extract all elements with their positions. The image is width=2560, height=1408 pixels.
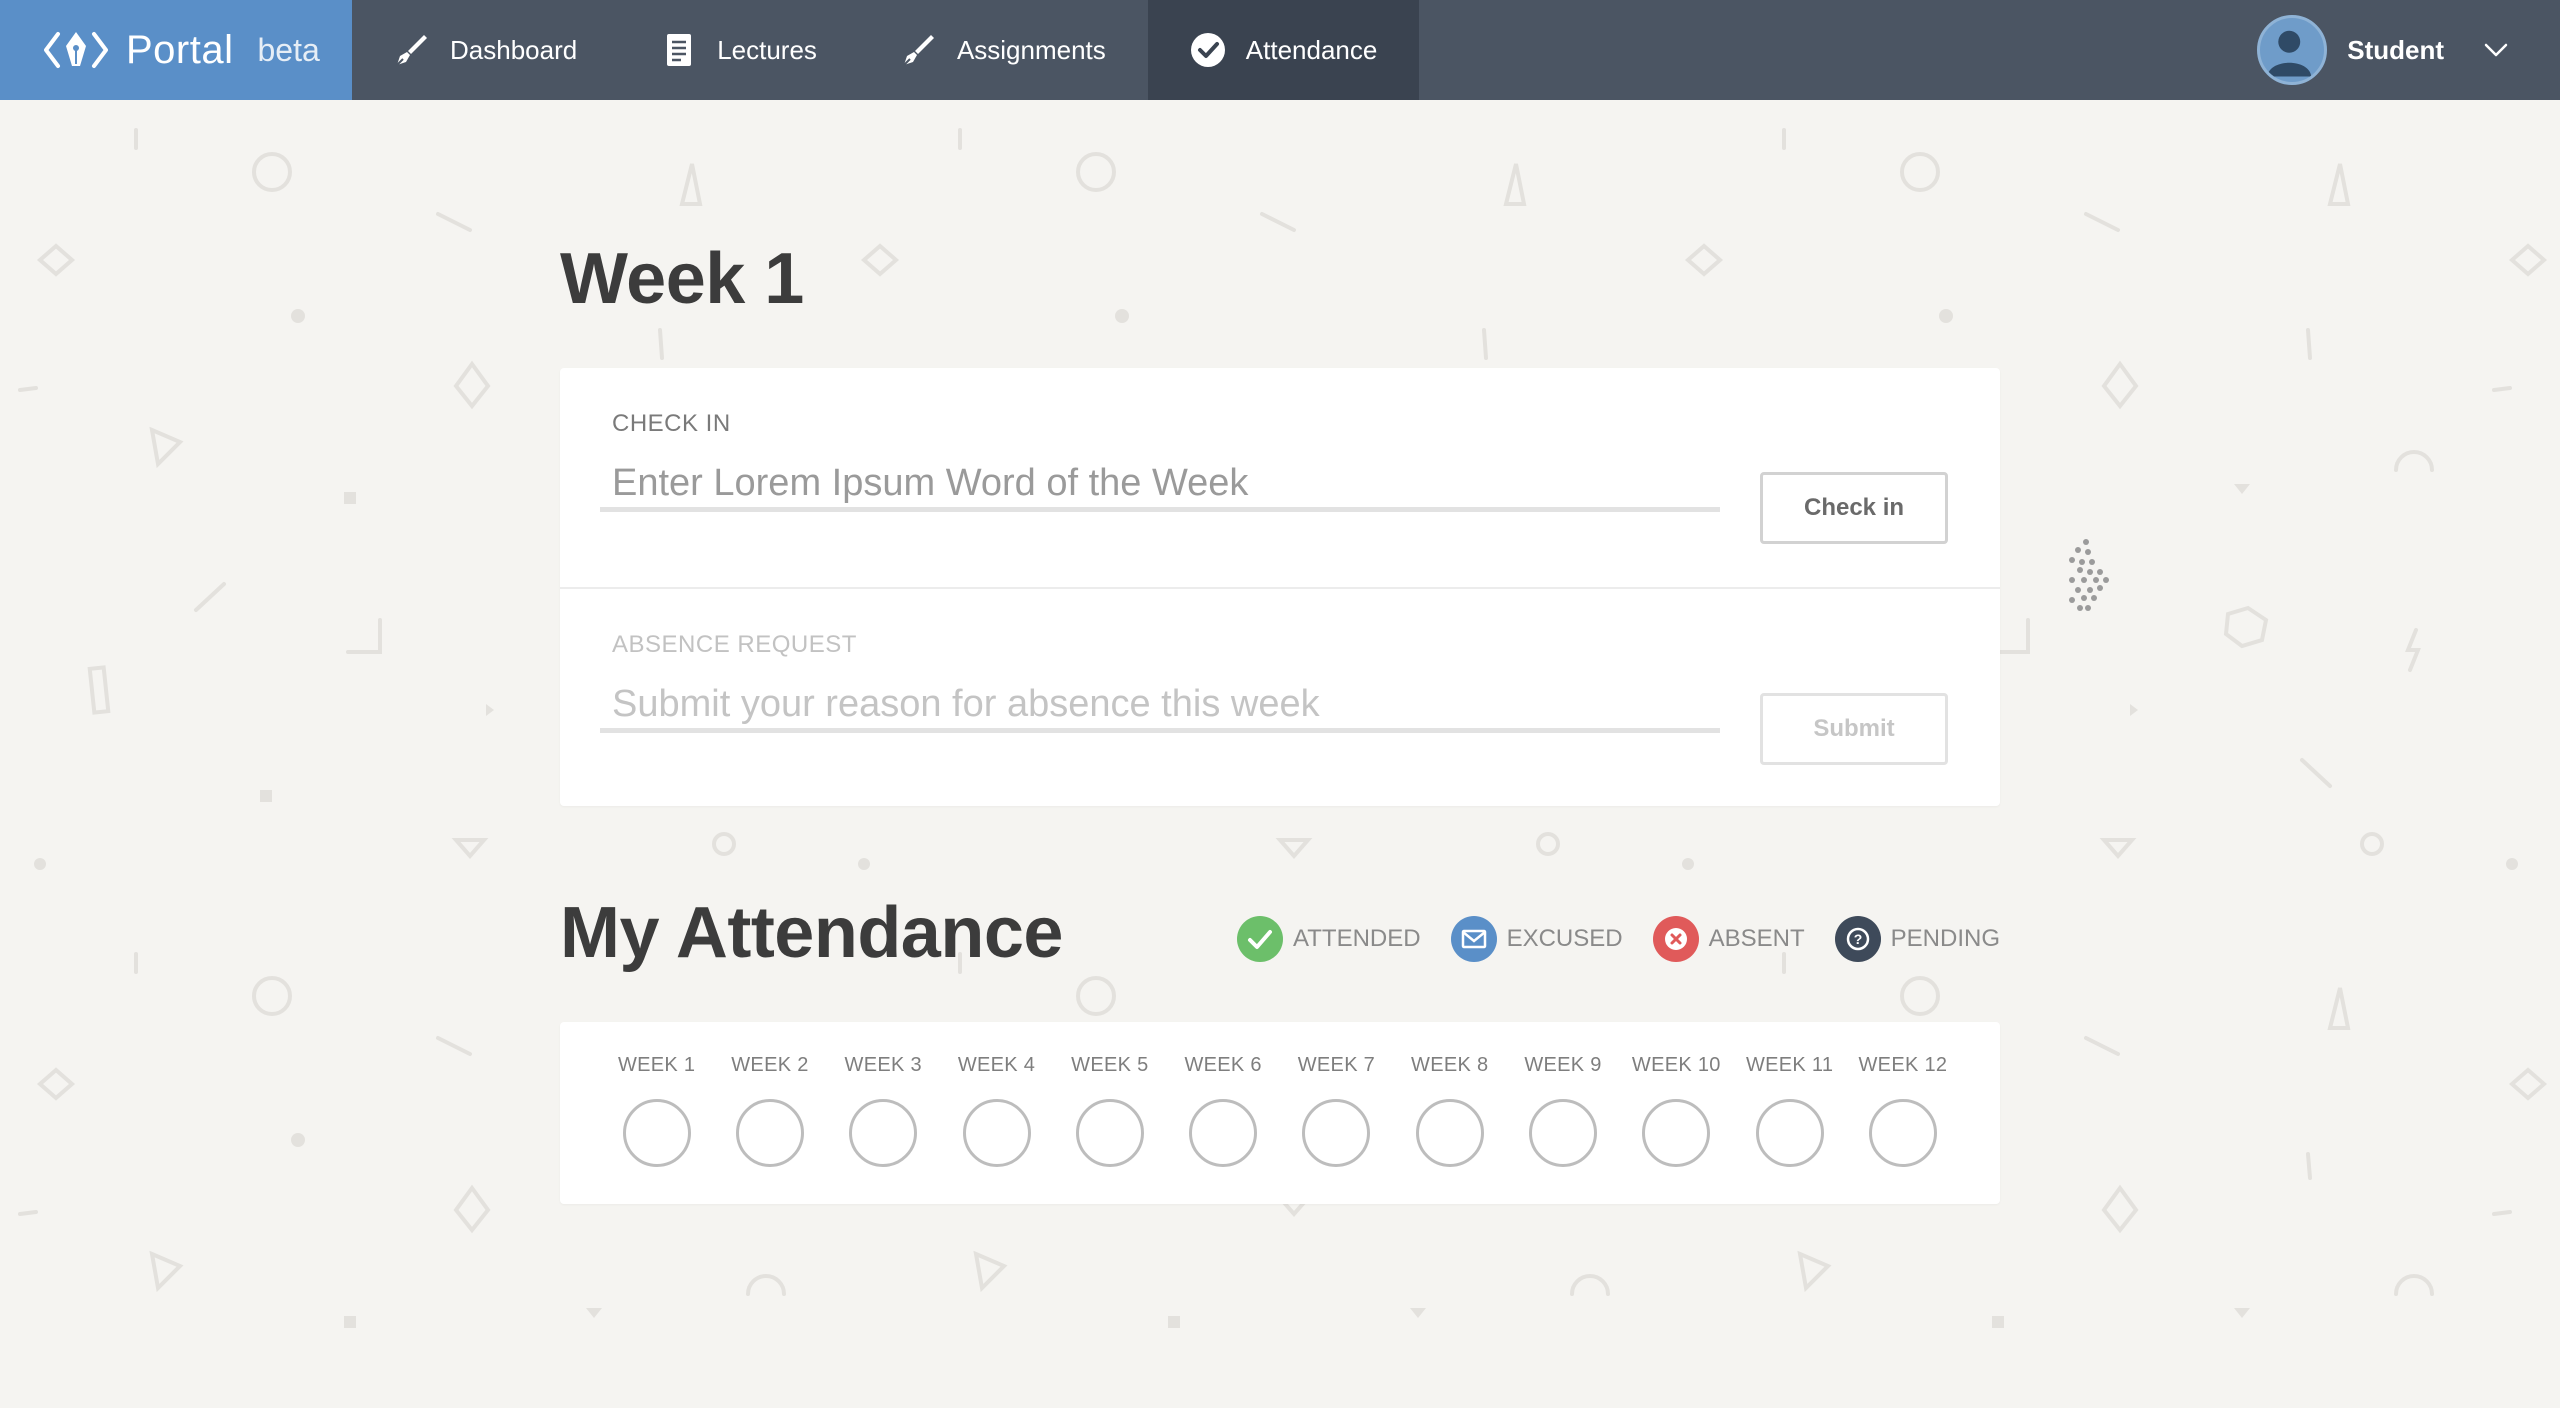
chevron-down-icon bbox=[2484, 43, 2508, 57]
nav-item-lectures[interactable]: Lectures bbox=[619, 0, 859, 100]
week-item: WEEK 5 bbox=[1053, 1022, 1166, 1167]
week-status-circle[interactable] bbox=[1529, 1099, 1598, 1167]
week-label: WEEK 2 bbox=[731, 1054, 809, 1076]
attendance-title: My Attendance bbox=[560, 893, 1063, 973]
week-status-circle[interactable] bbox=[1302, 1099, 1371, 1167]
legend-label: PENDING bbox=[1890, 925, 2000, 952]
check-circle-icon bbox=[1190, 33, 1225, 67]
week-item: WEEK 2 bbox=[713, 1022, 826, 1167]
week-label: WEEK 3 bbox=[844, 1054, 922, 1076]
absence-reason-input[interactable] bbox=[600, 681, 1720, 733]
week-status-circle[interactable] bbox=[735, 1099, 804, 1167]
top-navigation-bar: Portal beta Dashboard Lectures Assignmen… bbox=[0, 0, 2560, 100]
user-name: Student bbox=[2347, 34, 2444, 65]
nav-item-attendance[interactable]: Attendance bbox=[1147, 0, 1420, 100]
loading-spinner-icon bbox=[2069, 539, 2109, 611]
main-nav: Dashboard Lectures Assignments Attendanc… bbox=[352, 0, 1420, 100]
code-pen-logo-icon bbox=[44, 32, 108, 68]
week-status-circle[interactable] bbox=[1755, 1099, 1824, 1167]
legend-label: EXCUSED bbox=[1506, 925, 1623, 952]
nav-item-label: Assignments bbox=[956, 34, 1106, 65]
nav-item-label: Dashboard bbox=[450, 34, 578, 65]
week-label: WEEK 1 bbox=[617, 1054, 696, 1076]
attendance-weeks-card: WEEK 1 WEEK 2 WEEK 3 WEEK 4 WEEK 5 WEEK … bbox=[560, 1022, 2000, 1204]
week-title: Week 1 bbox=[560, 239, 804, 319]
week-label: WEEK 7 bbox=[1297, 1054, 1376, 1076]
pen-nib-icon bbox=[396, 35, 427, 66]
week-item: WEEK 6 bbox=[1166, 1022, 1279, 1167]
week-label: WEEK 8 bbox=[1411, 1054, 1489, 1076]
brand-beta-badge: beta bbox=[257, 31, 320, 68]
envelope-icon bbox=[1450, 916, 1497, 962]
week-item: WEEK 4 bbox=[940, 1022, 1053, 1167]
legend-attended: ATTENDED bbox=[1237, 916, 1421, 962]
document-icon bbox=[667, 34, 692, 66]
week-label: WEEK 4 bbox=[957, 1054, 1036, 1076]
nav-item-label: Attendance bbox=[1245, 34, 1378, 65]
week-status-circle[interactable] bbox=[1642, 1099, 1711, 1167]
week-label: WEEK 10 bbox=[1631, 1054, 1721, 1076]
week-status-circle[interactable] bbox=[1189, 1099, 1258, 1167]
week-item: WEEK 11 bbox=[1733, 1022, 1846, 1167]
week-item: WEEK 9 bbox=[1506, 1022, 1619, 1167]
user-avatar-icon bbox=[2257, 15, 2328, 85]
legend-excused: EXCUSED bbox=[1450, 916, 1623, 962]
week-item: WEEK 12 bbox=[1846, 1022, 1959, 1167]
brand-name: Portal bbox=[126, 27, 234, 72]
check-icon bbox=[1237, 916, 1284, 962]
user-menu[interactable]: Student bbox=[2257, 0, 2560, 100]
week-item: WEEK 8 bbox=[1393, 1022, 1506, 1167]
question-icon: ? bbox=[1834, 916, 1881, 962]
week-status-circle[interactable] bbox=[1415, 1099, 1484, 1167]
brand-home-link[interactable]: Portal beta bbox=[0, 0, 352, 100]
week-label: WEEK 12 bbox=[1858, 1054, 1948, 1076]
legend-label: ABSENT bbox=[1708, 925, 1805, 952]
legend-label: ATTENDED bbox=[1293, 925, 1421, 952]
week-status-circle[interactable] bbox=[1075, 1099, 1144, 1167]
pen-nib-icon bbox=[903, 35, 934, 66]
week-item: WEEK 10 bbox=[1620, 1022, 1733, 1167]
absence-request-label: ABSENCE REQUEST bbox=[612, 631, 857, 658]
nav-item-assignments[interactable]: Assignments bbox=[859, 0, 1148, 100]
week-label: WEEK 9 bbox=[1524, 1054, 1602, 1076]
absence-request-section: ABSENCE REQUEST Submit bbox=[560, 587, 2000, 806]
nav-item-label: Lectures bbox=[717, 34, 817, 65]
week-label: WEEK 6 bbox=[1184, 1054, 1262, 1076]
checkin-card: CHECK IN Check in ABSENCE REQUEST Submit bbox=[560, 368, 2000, 806]
legend-pending: ? PENDING bbox=[1834, 916, 2000, 962]
check-in-button[interactable]: Check in bbox=[1760, 472, 1948, 544]
week-item: WEEK 7 bbox=[1280, 1022, 1393, 1167]
submit-absence-button[interactable]: Submit bbox=[1760, 693, 1948, 765]
week-label: WEEK 11 bbox=[1745, 1054, 1834, 1076]
word-of-week-input[interactable] bbox=[600, 460, 1720, 512]
checkin-section: CHECK IN Check in bbox=[560, 368, 2000, 587]
week-item: WEEK 3 bbox=[827, 1022, 940, 1167]
attendance-legend: ATTENDED EXCUSED ABSENT ? PENDING bbox=[1237, 916, 2000, 962]
week-status-circle[interactable] bbox=[849, 1099, 918, 1167]
svg-text:?: ? bbox=[1853, 931, 1862, 947]
nav-item-dashboard[interactable]: Dashboard bbox=[352, 0, 619, 100]
checkin-label: CHECK IN bbox=[612, 410, 731, 437]
legend-absent: ABSENT bbox=[1652, 916, 1805, 962]
week-status-circle[interactable] bbox=[622, 1099, 691, 1167]
week-status-circle[interactable] bbox=[1868, 1099, 1937, 1167]
week-status-circle[interactable] bbox=[962, 1099, 1031, 1167]
week-label: WEEK 5 bbox=[1071, 1054, 1149, 1076]
weeks-row: WEEK 1 WEEK 2 WEEK 3 WEEK 4 WEEK 5 WEEK … bbox=[560, 1022, 2000, 1167]
x-icon bbox=[1652, 916, 1699, 962]
week-item: WEEK 1 bbox=[600, 1022, 713, 1167]
